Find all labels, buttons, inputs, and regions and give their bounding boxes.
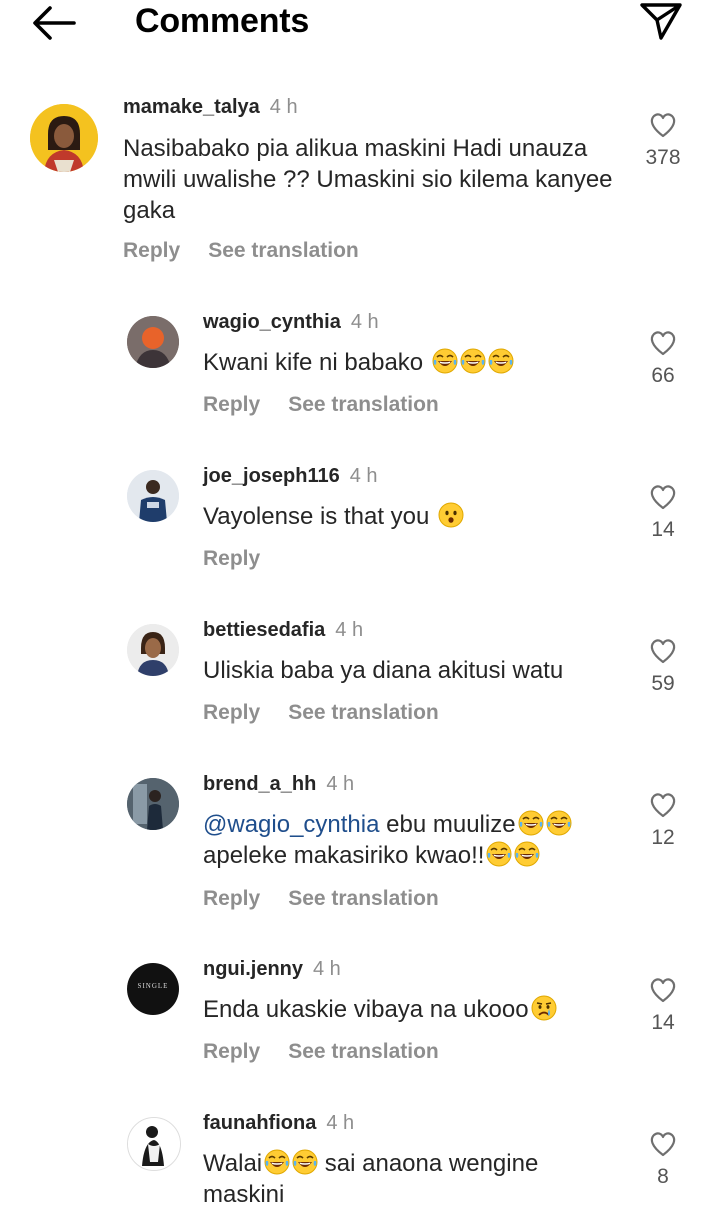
comment-text: Uliskia baba ya diana akitusi watu xyxy=(203,657,564,684)
laughing-tears-emoji xyxy=(292,1149,318,1175)
reply-button[interactable]: Reply xyxy=(203,701,260,724)
comment-text-line2: maskini xyxy=(203,1181,285,1208)
see-translation-button[interactable]: See translation xyxy=(288,887,439,910)
comment-time: 4 h xyxy=(269,96,298,118)
reply-item: SINGLE ngui.jenny 4 h Enda ukaskie vibaya… xyxy=(0,957,720,1087)
like-area: 14 xyxy=(633,482,693,542)
username[interactable]: bettiesedafia xyxy=(203,619,325,641)
comment-time: 4 h xyxy=(313,958,341,980)
comment-text: Vayolense is that you xyxy=(203,503,437,530)
avatar[interactable]: SINGLE xyxy=(127,963,179,1015)
page-title: Comments xyxy=(135,2,310,40)
mention-link[interactable]: @wagio_cynthia xyxy=(203,811,379,838)
comment-time: 4 h xyxy=(350,311,379,333)
laughing-tears-emoji xyxy=(514,841,541,867)
like-count: 12 xyxy=(651,826,675,849)
laughing-tears-emoji xyxy=(488,348,514,374)
like-area: 8 xyxy=(633,1129,693,1189)
like-count: 378 xyxy=(645,146,681,169)
like-area: 66 xyxy=(633,328,693,388)
arrow-left-icon[interactable] xyxy=(30,2,78,44)
see-translation-button[interactable]: See translation xyxy=(288,701,439,724)
username[interactable]: brend_a_hh xyxy=(203,773,316,795)
laughing-tears-emoji xyxy=(517,810,544,836)
reply-item: brend_a_hh 4 h @wagio_cynthia ebu muulize… xyxy=(0,772,720,932)
comment-text-line2: apeleke makasiriko kwao!! xyxy=(203,842,485,869)
heart-icon[interactable] xyxy=(648,636,678,666)
like-area: 14 xyxy=(633,975,693,1035)
laughing-tears-emoji xyxy=(264,1149,290,1175)
see-translation-button[interactable]: See translation xyxy=(288,1040,439,1063)
avatar[interactable] xyxy=(127,778,179,830)
top-bar: Comments xyxy=(0,0,720,50)
laughing-tears-emoji xyxy=(486,841,513,867)
comment-text: Nasibabako pia alikua maskini Hadi unauz… xyxy=(123,135,613,224)
reply-button[interactable]: Reply xyxy=(123,239,180,262)
heart-icon[interactable] xyxy=(648,1129,678,1159)
avatar[interactable] xyxy=(127,316,179,368)
see-translation-button[interactable]: See translation xyxy=(208,239,359,262)
username[interactable]: joe_joseph116 xyxy=(203,465,340,487)
comment-time: 4 h xyxy=(326,773,355,795)
send-icon[interactable] xyxy=(638,0,684,44)
comment-text: ebu muulize xyxy=(379,811,516,838)
avatar-text: SINGLE xyxy=(137,982,169,990)
comment-text: Enda ukaskie vibaya na ukooo xyxy=(203,996,529,1023)
like-count: 8 xyxy=(657,1165,669,1188)
comment-time: 4 h xyxy=(335,619,364,641)
username[interactable]: faunahfiona xyxy=(203,1112,316,1134)
like-area: 59 xyxy=(633,636,693,696)
username[interactable]: wagio_cynthia xyxy=(203,311,341,333)
username[interactable]: ngui.jenny xyxy=(203,958,303,980)
like-count: 66 xyxy=(651,364,675,387)
comment-time: 4 h xyxy=(326,1112,355,1134)
avatar[interactable] xyxy=(127,624,179,676)
reply-item: wagio_cynthia 4 h Kwani kife ni babako Re… xyxy=(0,310,720,440)
like-count: 59 xyxy=(651,672,675,695)
comment-item: mamake_talya 4 h Nasibabako pia alikua ma… xyxy=(0,96,720,288)
comment-text: Walai xyxy=(203,1150,263,1177)
reply-item: joe_joseph116 4 h Vayolense is that you R… xyxy=(0,464,720,594)
heart-icon[interactable] xyxy=(648,110,678,140)
username[interactable]: mamake_talya xyxy=(123,96,260,118)
crying-face-emoji xyxy=(530,995,557,1021)
heart-icon[interactable] xyxy=(648,975,678,1005)
like-count: 14 xyxy=(651,1011,675,1034)
laughing-tears-emoji xyxy=(545,810,572,836)
reply-item: bettiesedafia 4 h Uliskia baba ya diana a… xyxy=(0,618,720,748)
see-translation-button[interactable]: See translation xyxy=(288,393,439,416)
comment-text: Kwani kife ni babako xyxy=(203,349,430,376)
reply-button[interactable]: Reply xyxy=(203,887,260,910)
heart-icon[interactable] xyxy=(648,328,678,358)
laughing-tears-emoji xyxy=(432,348,458,374)
like-area: 378 xyxy=(633,110,693,170)
avatar[interactable] xyxy=(127,1117,181,1171)
like-count: 14 xyxy=(651,518,675,541)
reply-item: faunahfiona 4 h Walai sai anaona wengine … xyxy=(0,1111,720,1226)
reply-button[interactable]: Reply xyxy=(203,393,260,416)
hushed-face-emoji xyxy=(438,502,464,528)
heart-icon[interactable] xyxy=(648,790,678,820)
like-area: 12 xyxy=(633,790,693,850)
reply-button[interactable]: Reply xyxy=(203,1040,260,1063)
reply-button[interactable]: Reply xyxy=(203,547,260,570)
heart-icon[interactable] xyxy=(648,482,678,512)
comment-time: 4 h xyxy=(349,465,378,487)
avatar[interactable] xyxy=(127,470,179,522)
avatar[interactable] xyxy=(30,104,98,172)
comment-text-cont: sai anaona wengine xyxy=(318,1150,539,1177)
laughing-tears-emoji xyxy=(460,348,486,374)
